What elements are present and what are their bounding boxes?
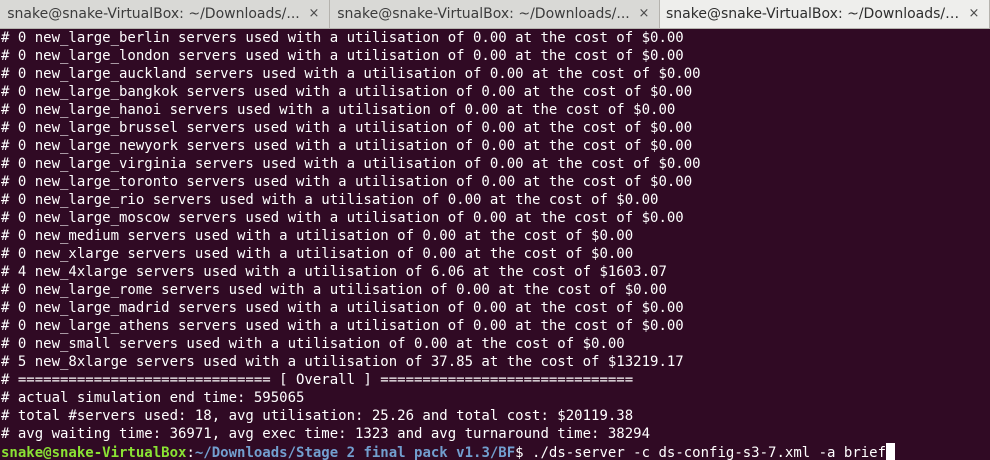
output-line: # 0 new_large_rome servers used with a u… xyxy=(1,282,667,298)
terminal-window: snake@snake-VirtualBox: ~/Downloads/... … xyxy=(0,0,990,460)
output-line: # 0 new_large_london servers used with a… xyxy=(1,48,684,64)
output-line: # 0 new_large_auckland servers used with… xyxy=(1,66,701,82)
output-line: # 4 new_4xlarge servers used with a util… xyxy=(1,264,667,280)
output-line: # 0 new_large_hanoi servers used with a … xyxy=(1,102,676,118)
terminal-output[interactable]: # 0 new_large_berlin servers used with a… xyxy=(0,29,990,460)
output-line: # 0 new_large_brussel servers used with … xyxy=(1,120,693,136)
output-line: # 0 new_large_newyork servers used with … xyxy=(1,138,693,154)
close-icon[interactable]: × xyxy=(635,5,653,23)
output-line: # total #servers used: 18, avg utilisati… xyxy=(1,408,634,424)
tab-title: snake@snake-VirtualBox: ~/Downloads/... xyxy=(7,6,300,22)
output-line: # 0 new_large_moscow servers used with a… xyxy=(1,210,684,226)
prompt-colon: : xyxy=(186,445,195,460)
output-line: # 0 new_large_madrid servers used with a… xyxy=(1,300,684,316)
prompt-sign: $ xyxy=(515,445,533,460)
tab-title: snake@snake-VirtualBox: ~/Downloads/... xyxy=(337,6,630,22)
output-line: # 0 new_large_toronto servers used with … xyxy=(1,174,693,190)
tab-3-active[interactable]: snake@snake-VirtualBox: ~/Downloads/S...… xyxy=(660,0,990,28)
output-line: # 0 new_large_virginia servers used with… xyxy=(1,156,701,172)
text-cursor xyxy=(886,443,896,460)
output-line: # 0 new_medium servers used with a utili… xyxy=(1,228,634,244)
tab-1[interactable]: snake@snake-VirtualBox: ~/Downloads/... … xyxy=(0,0,330,28)
prompt-path: ~/Downloads/Stage 2 final pack v1.3/BF xyxy=(194,445,516,460)
command-prompt[interactable]: snake@snake-VirtualBox:~/Downloads/Stage… xyxy=(1,443,990,460)
tab-2[interactable]: snake@snake-VirtualBox: ~/Downloads/... … xyxy=(330,0,660,28)
command-input[interactable]: ./ds-server -c ds-config-s3-7.xml -a bri… xyxy=(532,445,886,460)
output-line: # ============================== [ Overa… xyxy=(1,372,634,388)
output-line: # 0 new_large_rio servers used with a ut… xyxy=(1,192,659,208)
output-line: # 0 new_small servers used with a utilis… xyxy=(1,336,625,352)
output-line: # 0 new_large_berlin servers used with a… xyxy=(1,30,684,46)
close-icon[interactable]: × xyxy=(965,5,983,23)
output-line: # 5 new_8xlarge servers used with a util… xyxy=(1,354,684,370)
output-line: # avg waiting time: 36971, avg exec time… xyxy=(1,426,651,442)
output-line: # 0 new_xlarge servers used with a utili… xyxy=(1,246,634,262)
output-line: # actual simulation end time: 595065 xyxy=(1,390,305,406)
output-line: # 0 new_large_athens servers used with a… xyxy=(1,318,684,334)
prompt-user-host: snake@snake-VirtualBox xyxy=(1,445,187,460)
output-line: # 0 new_large_bangkok servers used with … xyxy=(1,84,693,100)
tab-bar: snake@snake-VirtualBox: ~/Downloads/... … xyxy=(0,0,990,29)
tab-title: snake@snake-VirtualBox: ~/Downloads/S... xyxy=(666,6,961,22)
close-icon[interactable]: × xyxy=(305,5,323,23)
